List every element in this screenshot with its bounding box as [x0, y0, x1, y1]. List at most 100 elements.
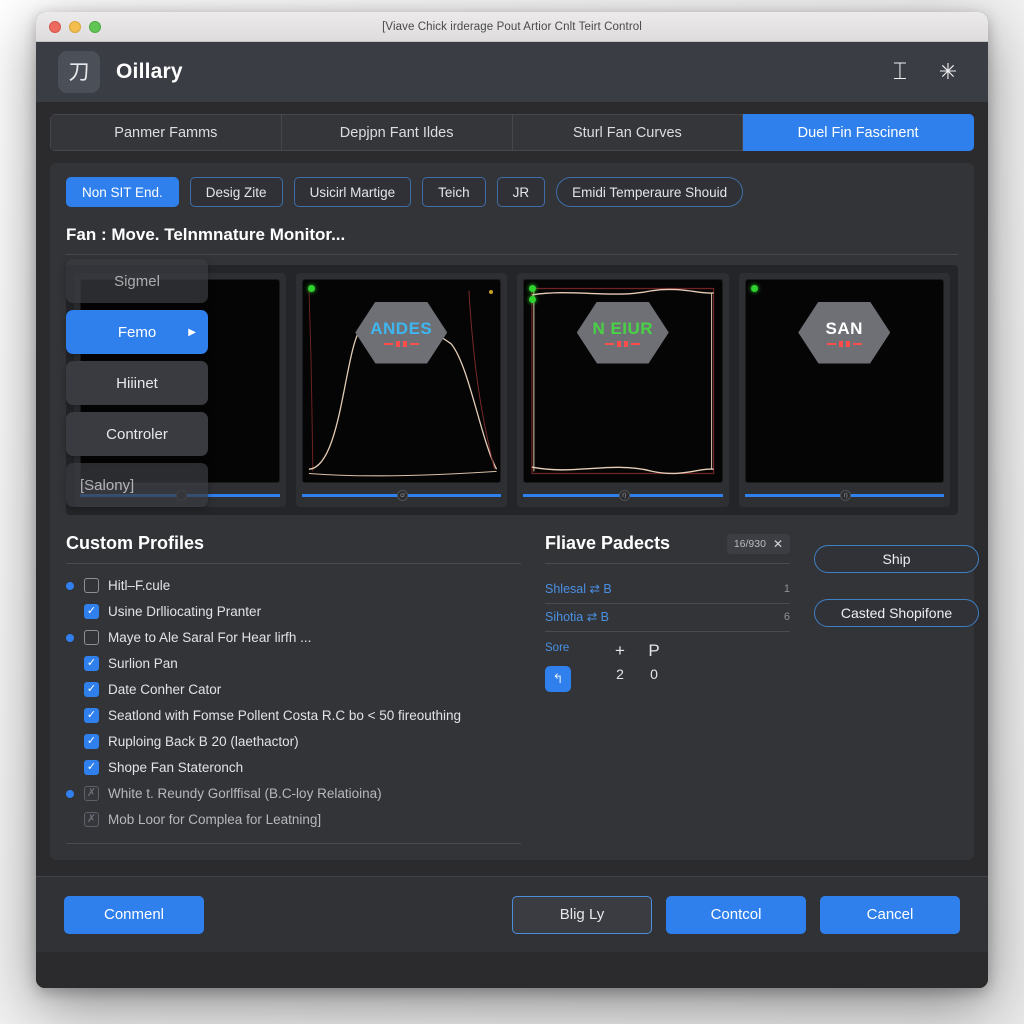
contcol-button[interactable]: Contcol — [666, 895, 806, 934]
list-item[interactable]: ✗ Mob Loor for Complea for Leatning] — [66, 808, 521, 831]
minimize-button[interactable] — [69, 20, 81, 33]
checkbox[interactable]: ✓ — [84, 760, 99, 775]
bullet-icon — [66, 581, 74, 590]
dropdown-item-sigmel[interactable]: Sigmel — [66, 259, 208, 303]
checkbox[interactable]: ✓ — [84, 656, 99, 671]
monitor-thumbnail: SAN — [744, 279, 944, 483]
list-item[interactable]: ✗ White t. Reundy Gorlffisal (B.C-loy Re… — [66, 782, 521, 805]
slider-knob[interactable]: cr — [397, 490, 409, 501]
packets-footer: Sore + P ↰ 2 0 — [545, 642, 790, 692]
checkbox[interactable]: ✗ — [84, 786, 99, 801]
slider-knob[interactable]: r) — [618, 490, 630, 501]
text-cursor-icon[interactable]: ⌶ — [882, 54, 918, 90]
dropdown-item-hiiinet[interactable]: Hiiinet — [66, 361, 208, 405]
ship-button[interactable]: Ship — [814, 545, 979, 573]
bullet-icon — [66, 633, 74, 642]
packets-list: Shlesal ⇄ B 1 Sihotia ⇄ B 6 Sore + P ↰ 2… — [545, 576, 790, 692]
packets-count-label: 16/930 — [733, 537, 766, 550]
dropdown-item-label: [Salony] — [80, 476, 135, 494]
side-actions-column: Ship Casted Shopifone — [814, 533, 979, 627]
list-item[interactable]: Maye to Ale Saral For Hear lirfh ... — [66, 626, 521, 649]
chip-desig-zite[interactable]: Desig Zite — [189, 177, 283, 207]
card-badge-sublines — [826, 340, 862, 347]
status-led-icon — [529, 296, 536, 303]
list-item[interactable]: ✓ Seatlond with Fomse Pollent Costa R.C … — [66, 704, 521, 727]
blig-ly-button[interactable]: Blig Ly — [512, 895, 652, 934]
chip-teich[interactable]: Teich — [422, 177, 486, 207]
asterisk-icon[interactable]: ✳ — [930, 54, 966, 90]
monitor-card[interactable]: ANDES cr — [295, 273, 507, 507]
monitor-carousel: ANDES cr N EIUR r) SAN r) Sigmel Femo ▶ … — [66, 259, 958, 515]
monitor-slider[interactable]: r) — [523, 489, 723, 501]
checkbox[interactable] — [84, 578, 99, 593]
packets-count-badge[interactable]: 16/930 ✕ — [726, 533, 790, 554]
close-icon[interactable]: ✕ — [773, 537, 783, 551]
list-item[interactable]: ✓ Usine Drlliocating Pranter — [66, 600, 521, 623]
list-item-label: Shope Fan Stateronch — [108, 760, 244, 775]
dropdown-item-label: Controler — [106, 425, 168, 443]
close-button[interactable] — [49, 20, 61, 33]
table-row[interactable]: Shlesal ⇄ B 1 — [545, 576, 790, 604]
dropdown-item-controler[interactable]: Controler — [66, 412, 208, 456]
list-item[interactable]: Hitl–F.cule — [66, 574, 521, 597]
dropdown-item-label: Sigmel — [114, 272, 160, 290]
card-badge-sublines — [605, 340, 641, 347]
packet-row-value: 1 — [783, 582, 790, 595]
status-led-icon — [529, 285, 536, 292]
monitor-card[interactable]: N EIUR r) — [517, 273, 729, 507]
packet-row-label: Shlesal ⇄ B — [545, 582, 612, 596]
checkbox[interactable] — [84, 630, 99, 645]
checkbox[interactable]: ✓ — [84, 734, 99, 749]
dropdown-item-salony[interactable]: [Salony] — [66, 463, 208, 507]
monitor-section-title: Fan : Move. Telnmnature Monitor... — [66, 225, 958, 255]
list-item[interactable]: ✓ Ruploing Back B 20 (laethactor) — [66, 730, 521, 753]
dropdown-item-femo[interactable]: Femo ▶ — [66, 310, 208, 354]
card-badge-sublines — [383, 340, 419, 347]
p-label: P — [648, 641, 660, 660]
monitor-slider[interactable]: r) — [744, 489, 944, 501]
tab-panmer-famms[interactable]: Panmer Famms — [50, 114, 282, 151]
chip-jr[interactable]: JR — [496, 177, 546, 207]
table-row[interactable]: Sihotia ⇄ B 6 — [545, 604, 790, 632]
app-logo-icon: 刀 — [58, 51, 100, 93]
monitor-card[interactable]: SAN r) — [738, 273, 950, 507]
packet-row-value: 6 — [783, 610, 790, 623]
tab-depjpn-fant[interactable]: Depjpn Fant Ildes — [281, 114, 513, 151]
list-item[interactable]: ✓ Surlion Pan — [66, 652, 521, 675]
monitor-slider[interactable]: cr — [301, 489, 501, 501]
tab-sturl-fan-curves[interactable]: Sturl Fan Curves — [512, 114, 744, 151]
list-divider — [66, 843, 521, 844]
slider-knob[interactable]: r) — [840, 490, 852, 501]
packets-action-button[interactable]: ↰ — [545, 666, 571, 692]
conmenl-button[interactable]: Conmenl — [64, 895, 204, 934]
list-item-label: Maye to Ale Saral For Hear lirfh ... — [108, 630, 312, 645]
dropdown-item-label: Hiiinet — [116, 374, 158, 392]
list-item[interactable]: ✓ Shope Fan Stateronch — [66, 756, 521, 779]
casted-shopifone-button[interactable]: Casted Shopifone — [814, 599, 979, 627]
checkbox[interactable]: ✓ — [84, 708, 99, 723]
card-badge-label: ANDES — [370, 318, 433, 338]
plus-icon[interactable]: + — [603, 642, 637, 659]
chip-usicirl-martige[interactable]: Usicirl Martige — [293, 177, 412, 207]
custom-profiles-column: Custom Profiles Hitl–F.cule ✓ Usine Drll… — [66, 533, 521, 844]
chevron-right-icon: ▶ — [188, 326, 196, 338]
packets-num-left: 2 — [616, 666, 624, 682]
card-badge-label: SAN — [825, 318, 863, 338]
packets-num-right: 0 — [650, 666, 658, 682]
monitor-thumbnail: N EIUR — [523, 279, 723, 483]
lower-section: Custom Profiles Hitl–F.cule ✓ Usine Drll… — [66, 533, 979, 844]
checkbox[interactable]: ✓ — [84, 604, 99, 619]
list-item-label: Seatlond with Fomse Pollent Costa R.C bo… — [108, 708, 462, 723]
window-titlebar: [Viave Chick irderage Pout Artior Cnlt T… — [36, 12, 988, 42]
window-controls — [36, 20, 101, 33]
tab-duel-fin-fascinent[interactable]: Duel Fin Fascinent — [743, 114, 974, 151]
window-body: Panmer Famms Depjpn Fant Ildes Sturl Fan… — [36, 102, 988, 988]
cancel-button[interactable]: Cancel — [820, 895, 960, 934]
checkbox[interactable]: ✗ — [84, 812, 99, 827]
dropdown-item-label: Femo — [117, 323, 157, 341]
chip-emidi-temperature[interactable]: Emidi Temperaure Shouid — [556, 177, 744, 207]
list-item[interactable]: ✓ Date Conher Cator — [66, 678, 521, 701]
zoom-button[interactable] — [89, 20, 101, 33]
chip-non-sit-end[interactable]: Non SIT End. — [66, 177, 179, 207]
checkbox[interactable]: ✓ — [84, 682, 99, 697]
